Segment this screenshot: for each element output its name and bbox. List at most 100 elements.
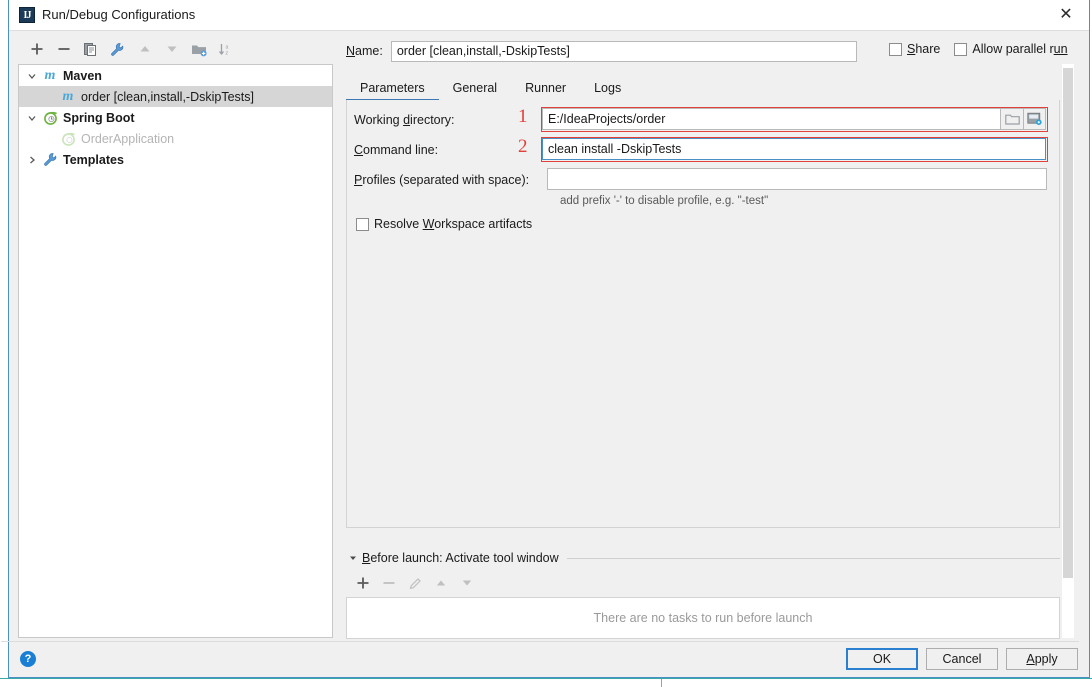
wrench-icon <box>41 152 59 168</box>
tree-node-label: order [clean,install,-DskipTests] <box>81 89 254 104</box>
tree-node-order-config[interactable]: m order [clean,install,-DskipTests] <box>19 86 332 107</box>
arrow-up-icon <box>140 46 149 52</box>
edit-task-button[interactable] <box>402 572 428 594</box>
before-launch-task-list[interactable]: There are no tasks to run before launch <box>346 597 1060 639</box>
resolve-workspace-artifacts-checkbox[interactable]: Resolve Workspace artifacts <box>356 217 532 231</box>
configurations-toolbar: a z <box>23 36 347 62</box>
tree-node-templates[interactable]: Templates <box>19 149 332 170</box>
close-icon[interactable]: ✕ <box>1043 0 1089 29</box>
name-input[interactable] <box>390 40 857 62</box>
cancel-button[interactable]: Cancel <box>926 648 998 670</box>
background-window-edge <box>0 678 1092 679</box>
resolve-workspace-artifacts-label: Resolve Workspace artifacts <box>374 217 533 231</box>
copy-configuration-button[interactable] <box>77 37 104 61</box>
tab-parameters[interactable]: Parameters <box>346 78 439 101</box>
share-checkbox[interactable]: Share <box>889 42 940 56</box>
chevron-down-icon[interactable] <box>23 107 41 128</box>
move-up-button[interactable] <box>131 37 158 61</box>
dialog-title: Run/Debug Configurations <box>42 7 196 22</box>
tree-node-spring-boot[interactable]: Spring Boot <box>19 107 332 128</box>
arrow-down-icon <box>462 580 472 586</box>
tab-general[interactable]: General <box>439 78 511 100</box>
before-launch-divider <box>566 557 1060 559</box>
settings-tabs: Parameters General Runner Logs <box>346 74 1060 101</box>
minus-icon <box>58 48 69 50</box>
remove-configuration-button[interactable] <box>50 37 77 61</box>
before-launch-title: Before launch: Activate tool window <box>362 551 559 565</box>
add-configuration-button[interactable] <box>23 37 50 61</box>
checkbox-box[interactable] <box>356 217 369 231</box>
tab-logs[interactable]: Logs <box>580 78 635 100</box>
task-move-up-button[interactable] <box>428 572 454 594</box>
name-label: Name: <box>346 44 383 58</box>
arrow-down-icon <box>167 46 176 52</box>
top-checkbox-group: Share Allow parallel run <box>889 42 1068 56</box>
working-directory-label: Working directory: <box>354 113 455 127</box>
task-move-down-button[interactable] <box>454 572 480 594</box>
parameters-panel <box>346 100 1060 528</box>
svg-text:z: z <box>226 50 229 56</box>
chevron-down-icon[interactable] <box>346 553 360 563</box>
annotation-marker-2: 2 <box>518 136 528 157</box>
sort-az-icon: a z <box>218 43 229 56</box>
name-field-row: Name: <box>346 40 866 62</box>
command-line-input[interactable] <box>542 138 1046 160</box>
help-question-icon[interactable]: ? <box>20 651 36 667</box>
intellij-idea-icon: IJ <box>19 7 35 23</box>
folder-add-icon <box>191 45 207 56</box>
command-line-highlight <box>541 137 1048 162</box>
sort-configurations-button[interactable]: a z <box>212 37 239 61</box>
apply-button[interactable]: Apply <box>1006 648 1078 670</box>
folder-open-icon <box>1004 114 1020 125</box>
command-line-label: Command line: <box>354 143 439 157</box>
insert-macro-button[interactable] <box>1023 108 1046 130</box>
plus-icon <box>357 577 369 589</box>
browse-folder-button[interactable] <box>1000 108 1023 130</box>
before-launch-toolbar <box>346 571 1064 595</box>
footer-divider <box>1 641 1079 642</box>
allow-parallel-run-checkbox-label: Allow parallel run <box>972 42 1068 56</box>
insert-macro-icon <box>1027 112 1042 125</box>
checkbox-box[interactable] <box>889 42 902 56</box>
tree-scrollbar-thumb[interactable] <box>1063 68 1073 578</box>
tree-node-label: Maven <box>63 68 102 83</box>
tree-node-order-application[interactable]: OrderApplication <box>19 128 332 149</box>
arrow-up-icon <box>436 580 446 586</box>
spring-boot-icon <box>41 110 59 126</box>
pencil-icon <box>409 577 421 589</box>
profiles-input[interactable] <box>547 168 1047 190</box>
dialog-button-row: OK Cancel Apply <box>846 648 1078 670</box>
before-launch-empty-text: There are no tasks to run before launch <box>593 611 813 625</box>
configurations-tree[interactable]: m Maven m order [clean,install,-DskipTes… <box>18 64 333 638</box>
share-checkbox-label: Share <box>907 42 941 56</box>
checkbox-box[interactable] <box>954 42 968 56</box>
tree-node-label: Spring Boot <box>63 110 135 125</box>
dialog-titlebar: IJ Run/Debug Configurations ✕ <box>9 0 1089 31</box>
maven-m-icon: m <box>62 88 74 104</box>
allow-parallel-run-checkbox[interactable]: Allow parallel run <box>954 42 1068 56</box>
working-directory-input[interactable] <box>542 108 1000 130</box>
move-into-folder-button[interactable] <box>185 37 212 61</box>
remove-task-button[interactable] <box>376 572 402 594</box>
spring-boot-icon <box>59 131 77 147</box>
chevron-right-icon[interactable] <box>23 149 41 170</box>
minus-icon <box>383 582 395 584</box>
wrench-icon <box>111 42 124 56</box>
maven-m-icon: m <box>44 67 56 83</box>
background-window-divider <box>661 679 662 687</box>
before-launch-header: Before launch: Activate tool window <box>346 549 1060 567</box>
profiles-label: Profiles (separated with space): <box>354 173 530 187</box>
annotation-marker-1: 1 <box>518 106 528 127</box>
working-directory-highlight <box>541 107 1048 132</box>
edit-templates-button[interactable] <box>104 37 131 61</box>
chevron-down-icon[interactable] <box>23 65 41 86</box>
tree-node-label: OrderApplication <box>81 131 175 146</box>
plus-icon <box>31 43 42 55</box>
copy-icon <box>84 42 96 56</box>
profiles-hint-text: add prefix '-' to disable profile, e.g. … <box>560 195 769 207</box>
add-task-button[interactable] <box>350 572 376 594</box>
ok-button[interactable]: OK <box>846 648 918 670</box>
move-down-button[interactable] <box>158 37 185 61</box>
tree-node-maven[interactable]: m Maven <box>19 65 332 86</box>
tab-runner[interactable]: Runner <box>511 78 580 100</box>
